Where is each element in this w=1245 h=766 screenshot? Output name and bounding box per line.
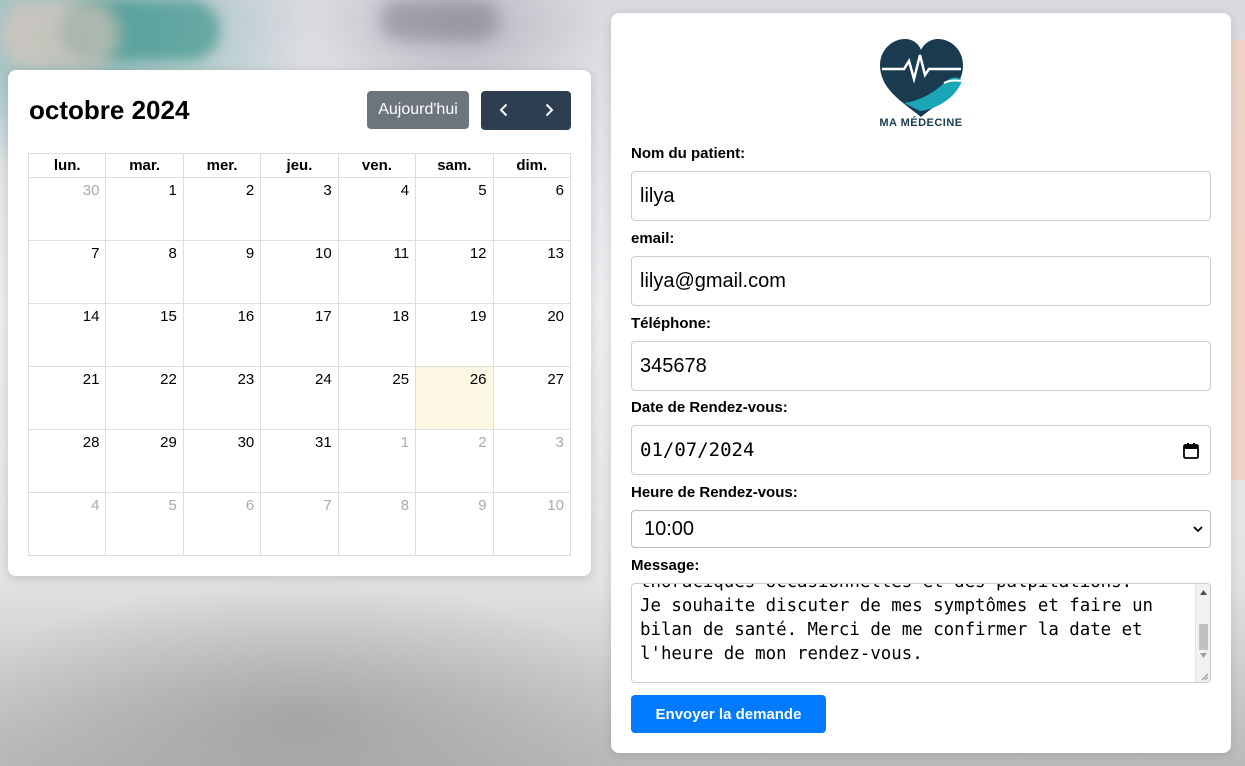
weekday-header-row: lun. mar. mer. jeu. ven. sam. dim. [27,153,572,178]
weekday-header: sam. [415,153,494,178]
calendar-day[interactable]: 4 [337,177,417,241]
weekday-header: ven. [337,153,417,178]
calendar-day[interactable]: 4 [27,492,107,556]
weekday-header: jeu. [260,153,339,178]
calendar-day[interactable]: 20 [492,303,572,367]
scrollbar-thumb[interactable] [1199,624,1208,650]
date-value: 01/07/2024 [640,439,755,461]
calendar-day[interactable]: 9 [415,492,494,556]
calendar-day[interactable]: 9 [182,240,262,304]
weekday-header: mer. [182,153,262,178]
phone-label: Téléphone: [631,315,712,332]
chevron-left-icon [499,103,507,117]
scroll-down-arrow-icon[interactable] [1200,652,1207,659]
resize-handle-icon[interactable] [1199,671,1209,681]
calendar-day[interactable]: 29 [105,429,184,493]
next-month-button[interactable] [526,91,571,130]
time-label: Heure de Rendez-vous: [631,484,798,501]
calendar-week-row: 7 8 9 10 11 12 13 [27,240,572,304]
calendar-day[interactable]: 22 [105,366,184,430]
calendar-day[interactable]: 8 [337,492,417,556]
calendar-day[interactable]: 17 [260,303,339,367]
calendar-day[interactable]: 6 [492,177,572,241]
message-textarea[interactable]: thoraciques occasionnelles et des palpit… [631,583,1211,683]
calendar-controls: Aujourd'hui [367,90,571,130]
calendar-day[interactable]: 14 [27,303,107,367]
date-label: Date de Rendez-vous: [631,399,788,416]
calendar-day[interactable]: 2 [415,429,494,493]
phone-value: 345678 [640,354,707,377]
calendar-day[interactable]: 28 [27,429,107,493]
weekday-header: mar. [105,153,184,178]
calendar-day[interactable]: 6 [182,492,262,556]
calendar-day[interactable]: 3 [260,177,339,241]
calendar-day[interactable]: 31 [260,429,339,493]
calendar-week-row: 21 22 23 24 25 26 27 [27,366,572,430]
submit-button[interactable]: Envoyer la demande [631,695,826,733]
calendar-day[interactable]: 10 [492,492,572,556]
email-input[interactable]: lilya@gmail.com [631,256,1211,306]
calendar-day[interactable]: 25 [337,366,417,430]
appointment-time-select[interactable]: 10:00 [631,510,1211,548]
logo-text: MA MÉDECINE [879,117,963,129]
appointment-date-input[interactable]: 01/07/2024 [631,425,1211,475]
calendar-day[interactable]: 13 [492,240,572,304]
calendar-month-title: octobre 2024 [29,94,190,125]
calendar-day[interactable]: 30 [182,429,262,493]
calendar-grid: lun. mar. mer. jeu. ven. sam. dim. 30 1 2 3 4 5 6 7 8 9… [27,153,572,556]
calendar-day[interactable]: 30 [27,177,107,241]
message-label: Message: [631,557,700,574]
calendar-day[interactable]: 18 [337,303,417,367]
calendar-day[interactable]: 24 [260,366,339,430]
calendar-icon[interactable] [1182,442,1200,460]
calendar-week-row: 28 29 30 31 1 2 3 [27,429,572,493]
calendar-day[interactable]: 23 [182,366,262,430]
calendar-day[interactable]: 16 [182,303,262,367]
email-label: email: [631,230,675,247]
calendar-week-row: 30 1 2 3 4 5 6 [27,177,572,241]
appointment-form-panel: MA MÉDECINE Nom du patient: lilya email:… [611,13,1231,753]
calendar-day[interactable]: 12 [415,240,494,304]
calendar-nav-group [481,90,571,130]
chevron-right-icon [545,103,553,117]
message-text: thoraciques occasionnelles et des palpit… [640,584,1154,664]
calendar-day[interactable]: 8 [105,240,184,304]
calendar-day[interactable]: 21 [27,366,107,430]
weekday-header: dim. [492,153,572,178]
calendar-day[interactable]: 5 [415,177,494,241]
calendar-day-today[interactable]: 26 [415,366,494,430]
calendar-panel: octobre 2024 Aujourd'hui lun. mar. mer. jeu… [8,70,591,576]
phone-input[interactable]: 345678 [631,341,1211,391]
calendar-week-row: 14 15 16 17 18 19 20 [27,303,572,367]
calendar-day[interactable]: 7 [260,492,339,556]
prev-month-button[interactable] [481,91,526,130]
calendar-day[interactable]: 3 [492,429,572,493]
calendar-day[interactable]: 7 [27,240,107,304]
calendar-day[interactable]: 2 [182,177,262,241]
weekday-header: lun. [27,153,107,178]
calendar-day[interactable]: 5 [105,492,184,556]
calendar-day[interactable]: 1 [337,429,417,493]
calendar-day[interactable]: 10 [260,240,339,304]
name-label: Nom du patient: [631,145,746,162]
calendar-week-row: 4 5 6 7 8 9 10 [27,492,572,556]
textarea-scrollbar[interactable] [1195,584,1210,682]
calendar-day[interactable]: 19 [415,303,494,367]
patient-name-input[interactable]: lilya [631,171,1211,221]
today-button[interactable]: Aujourd'hui [367,91,469,129]
chevron-down-icon [1193,526,1203,533]
calendar-day[interactable]: 15 [105,303,184,367]
calendar-day[interactable]: 27 [492,366,572,430]
time-value: 10:00 [644,517,695,540]
patient-name-value: lilya [640,184,675,207]
calendar-day[interactable]: 1 [105,177,184,241]
scroll-up-arrow-icon[interactable] [1200,589,1207,596]
calendar-body: 30 1 2 3 4 5 6 7 8 9 10 11 12 13 14 15 16 17 18 19 20 21 22 23 2… [27,177,572,556]
calendar-day[interactable]: 11 [337,240,417,304]
email-value: lilya@gmail.com [640,269,786,292]
calendar-header: octobre 2024 Aujourd'hui [28,90,571,130]
